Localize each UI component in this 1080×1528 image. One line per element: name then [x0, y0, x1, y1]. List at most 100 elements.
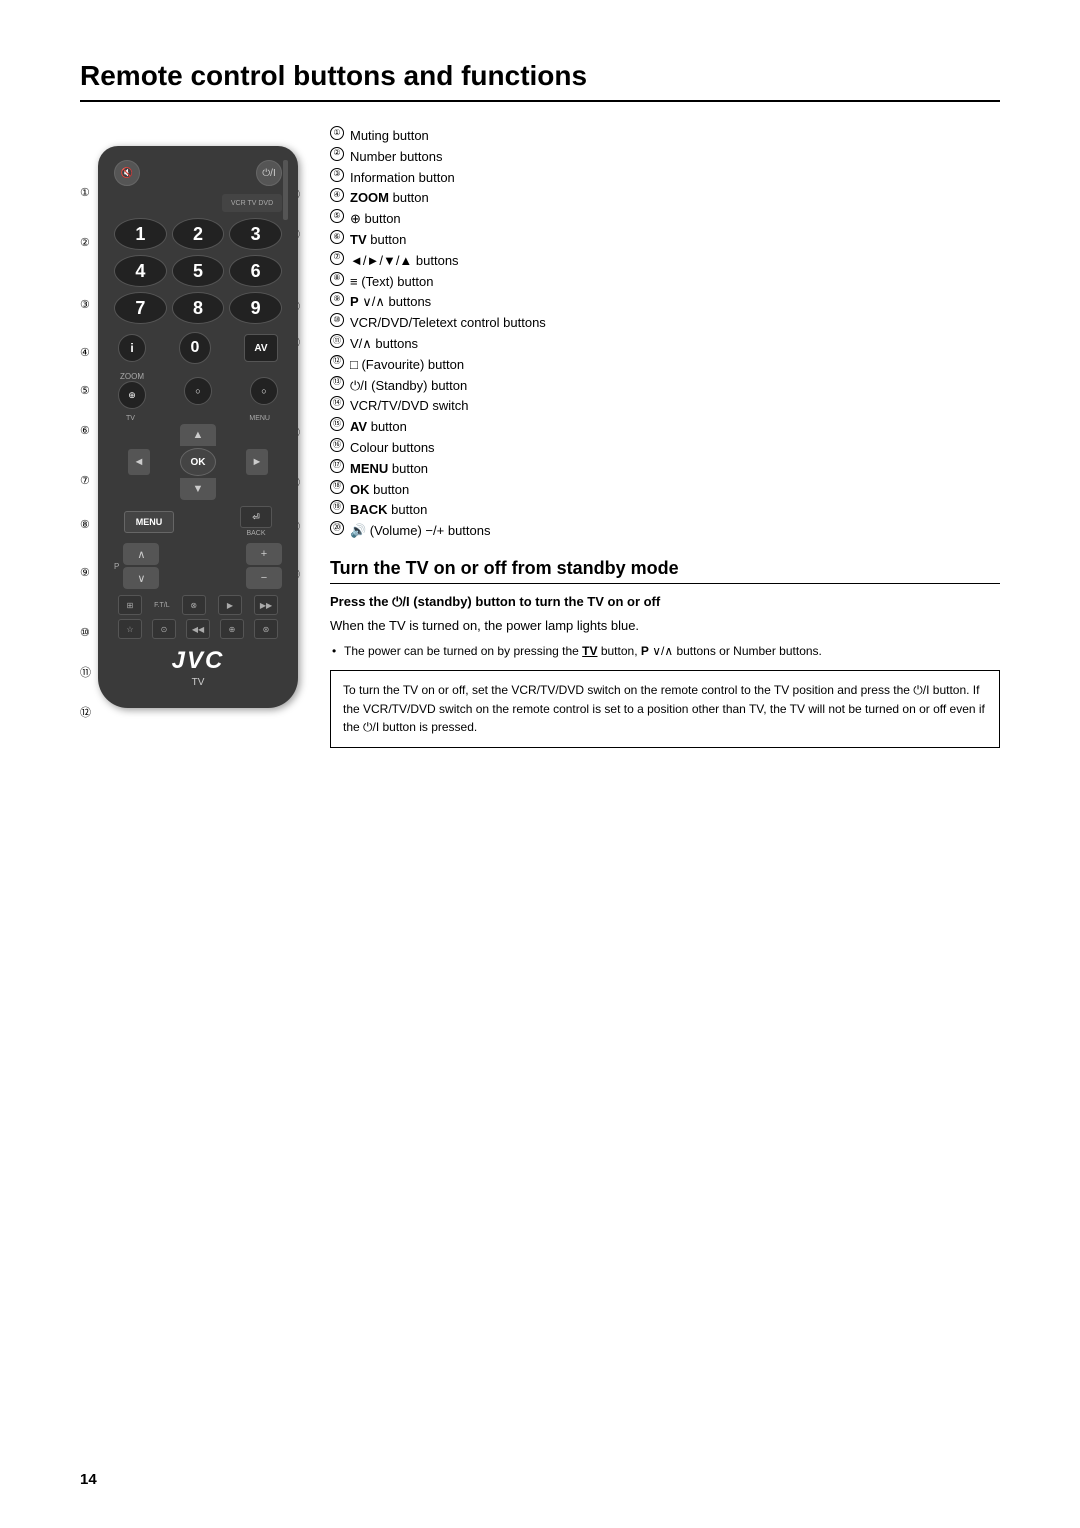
callout-1: ① [80, 186, 90, 199]
nav-right-button[interactable]: ► [246, 449, 268, 475]
num-btn-7[interactable]: 7 [114, 292, 167, 324]
mute-button[interactable]: 🔇 [114, 160, 140, 186]
legend-num-20: ⑳ [330, 521, 344, 535]
zoom-button[interactable]: ⊕ [118, 381, 146, 409]
legend-item-13: ⑬⏻/I (Standby) button [330, 376, 1000, 397]
callout-5: ⑤ [80, 384, 90, 397]
icon-btn-play[interactable]: ▶ [218, 595, 242, 615]
legend-item-1: ① Muting button [330, 126, 1000, 147]
callout-12: ⑫ [80, 704, 91, 720]
callout-4: ④ [80, 346, 90, 359]
legend-text-11: V/∧ buttons [350, 334, 418, 355]
callout-10: ⑩ [80, 626, 90, 639]
icon-btn-rec[interactable]: ⊗ [182, 595, 206, 615]
circle-btn2[interactable]: ○ [250, 377, 278, 405]
icon-btn-ff[interactable]: ▶▶ [254, 595, 278, 615]
standby-button[interactable]: ⏻/I [256, 160, 282, 186]
legend-item-12: ⑫□ (Favourite) button [330, 355, 1000, 376]
num-btn-1[interactable]: 1 [114, 218, 167, 250]
menu-button[interactable]: MENU [124, 511, 174, 533]
remote-body: 🔇 ⏻/I VCR TV DVD 1 2 3 [98, 146, 298, 708]
vcr-tv-dvd-switch[interactable]: VCR TV DVD [222, 194, 282, 212]
p-buttons: ∧ ∨ [123, 543, 159, 589]
right-panel: ① Muting button ② Number buttons ③ Informat… [330, 126, 1000, 748]
icon-btn-rew[interactable]: ◀◀ [186, 619, 210, 639]
num-btn-2[interactable]: 2 [172, 218, 225, 250]
callout-2: ② [80, 236, 90, 249]
legend-num-13: ⑬ [330, 376, 344, 390]
legend-num-5: ⑤ [330, 209, 344, 223]
num-btn-8[interactable]: 8 [172, 292, 225, 324]
num-btn-5[interactable]: 5 [172, 255, 225, 287]
tv-underline: TV [582, 644, 597, 658]
legend-text-20: 🔊 (Volume) −/+ buttons [350, 521, 490, 542]
p-label: P [114, 562, 119, 571]
num-btn-4[interactable]: 4 [114, 255, 167, 287]
icon-btn-fav[interactable]: ☆ [118, 619, 142, 639]
nav-down-row: ▼ [114, 478, 282, 500]
callout-8: ⑧ [80, 518, 90, 531]
ok-button[interactable]: OK [180, 448, 216, 476]
circle-btn2-area: ○ [250, 377, 278, 405]
icon-btn-stop[interactable]: ⊙ [152, 619, 176, 639]
legend-num-1: ① [330, 126, 344, 140]
legend-num-2: ② [330, 147, 344, 161]
legend-text-4: ZOOM button [350, 188, 429, 209]
legend-item-2: ② Number buttons [330, 147, 1000, 168]
legend-num-15: ⑮ [330, 417, 344, 431]
legend-num-16: ⑯ [330, 438, 344, 452]
nav-left-button[interactable]: ◄ [128, 449, 150, 475]
icon-btn-grid[interactable]: ⊞ [118, 595, 142, 615]
p-vol-row: P ∧ ∨ + − [114, 543, 282, 589]
vcr-switch-area: VCR TV DVD [114, 194, 282, 212]
legend-text-2: Number buttons [350, 147, 443, 168]
zoom-area: ZOOM ⊕ [118, 372, 146, 409]
callout-3: ③ [80, 298, 90, 311]
legend-num-18: ⑱ [330, 480, 344, 494]
p-down-button[interactable]: ∨ [123, 567, 159, 589]
bottom-icons-row1: ⊞ F.T/L ⊗ ▶ ▶▶ [114, 595, 282, 615]
num-btn-9[interactable]: 9 [229, 292, 282, 324]
jvc-logo: JVC [114, 647, 282, 675]
legend-item-9: ⑨P ∨/∧ buttons [330, 292, 1000, 313]
legend-text-3: Information button [350, 168, 455, 189]
legend-item-10: ⑩VCR/DVD/Teletext control buttons [330, 313, 1000, 334]
legend-text-1: Muting button [350, 126, 429, 147]
legend-num-14: ⑭ [330, 396, 344, 410]
page-content: Remote control buttons and functions ① ②… [0, 0, 1080, 808]
circle-btn[interactable]: ○ [184, 377, 212, 405]
legend-num-17: ⑰ [330, 459, 344, 473]
vol-up-button[interactable]: + [246, 543, 282, 565]
num-btn-6[interactable]: 6 [229, 255, 282, 287]
callout-7: ⑦ [80, 474, 90, 487]
legend-item-15: ⑮AV button [330, 417, 1000, 438]
remote-tv-label: TV [114, 677, 282, 688]
menu-back-row: MENU ⏎ BACK [114, 506, 282, 537]
remote-diagram: ① ② ③ ④ ⑤ ⑥ ⑦ ⑧ ⑨ ⑩ ⑪ ⑫ ⑬ ⑭ ⑮ ⑯ ⑰ ⑱ ⑲ ⑳ [80, 126, 300, 748]
callout-11: ⑪ [80, 664, 91, 680]
legend-text-8: ≡ (Text) button [350, 272, 433, 293]
info-zero-av-row: i 0 AV [114, 332, 282, 364]
legend-item-5: ⑤⊕ button [330, 209, 1000, 230]
p-up-button[interactable]: ∧ [123, 543, 159, 565]
info-button[interactable]: i [118, 334, 146, 362]
nav-down-button[interactable]: ▼ [180, 478, 216, 500]
icon-btn-pause[interactable]: ⊕ [220, 619, 244, 639]
legend-num-11: ⑪ [330, 334, 344, 348]
number-grid: 1 2 3 4 5 6 7 8 9 [114, 218, 282, 324]
vol-down-button[interactable]: − [246, 567, 282, 589]
back-button[interactable]: ⏎ [240, 506, 272, 528]
legend-list: ① Muting button ② Number buttons ③ Informat… [330, 126, 1000, 542]
av-button[interactable]: AV [244, 334, 278, 362]
callout-9: ⑨ [80, 566, 90, 579]
nav-up-button[interactable]: ▲ [180, 424, 216, 446]
legend-item-4: ④ZOOM button [330, 188, 1000, 209]
icon-btn-skip[interactable]: ⊛ [254, 619, 278, 639]
p-section: P ∧ ∨ [114, 543, 159, 589]
page-title: Remote control buttons and functions [80, 60, 1000, 102]
back-area: ⏎ BACK [240, 506, 272, 537]
num-btn-3[interactable]: 3 [229, 218, 282, 250]
num-btn-0[interactable]: 0 [179, 332, 211, 364]
notice-box: To turn the TV on or off, set the VCR/TV… [330, 670, 1000, 748]
legend-num-3: ③ [330, 168, 344, 182]
